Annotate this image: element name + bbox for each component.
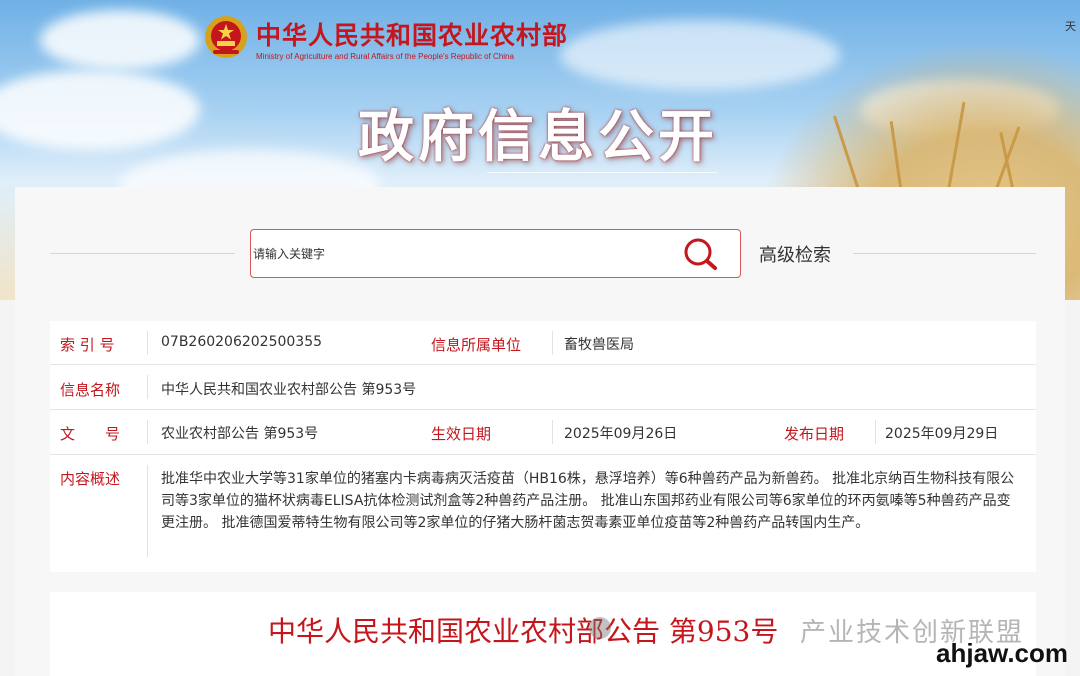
info-table: 索 引 号 07B260206202500355 信息所属单位 畜牧兽医局 信息… [50, 321, 1036, 572]
watermark-site: ahjaw.com [936, 638, 1068, 668]
name-value: 中华人民共和国农业农村部公告 第953号 [161, 382, 417, 398]
watermark-logo-icon [589, 617, 611, 639]
article-title: 中华人民共和国农业农村部公告 第953号 [268, 615, 779, 648]
cloud [0, 70, 200, 150]
doc-number-value: 农业农村部公告 第953号 [161, 426, 319, 442]
page-title: 政府信息公开 [358, 104, 718, 170]
summary-label: 内容概述 [60, 470, 121, 488]
dept-label: 信息所属单位 [431, 336, 522, 354]
national-emblem-icon [203, 14, 249, 60]
index-value: 07B260206202500355 [161, 334, 323, 350]
divider [853, 253, 1036, 254]
effective-date-label: 生效日期 [431, 425, 492, 443]
search-icon[interactable] [681, 238, 721, 276]
ministry-name-cn[interactable]: 中华人民共和国农业农村部 [256, 16, 568, 52]
divider [147, 331, 148, 355]
summary-text: 批准华中农业大学等31家单位的猪塞内卡病毒病灭活疫苗（HB16株，悬浮培养）等6… [161, 471, 1015, 531]
publish-date-value: 2025年09月29日 [885, 426, 999, 442]
divider [147, 420, 148, 444]
title-underline [487, 172, 717, 173]
search-box [250, 229, 741, 278]
divider [147, 465, 148, 557]
doc-number-label: 文 号 [60, 425, 121, 443]
table-row: 文 号 农业农村部公告 第953号 生效日期 2025年09月26日 发布日期 … [50, 410, 1036, 455]
dept-value: 畜牧兽医局 [564, 337, 634, 353]
table-row: 信息名称 中华人民共和国农业农村部公告 第953号 [50, 365, 1036, 410]
divider [875, 420, 876, 444]
ministry-name-en: Ministry of Agriculture and Rural Affair… [256, 52, 514, 61]
effective-date-value: 2025年09月26日 [564, 426, 678, 442]
name-label: 信息名称 [60, 381, 121, 399]
divider [50, 253, 235, 254]
top-right-link[interactable]: 天 [1065, 18, 1076, 34]
table-row: 索 引 号 07B260206202500355 信息所属单位 畜牧兽医局 [50, 321, 1036, 365]
divider [552, 331, 553, 355]
search-input[interactable] [251, 230, 671, 277]
index-label: 索 引 号 [60, 336, 115, 354]
cloud [40, 10, 200, 70]
divider [147, 375, 148, 399]
publish-date-label: 发布日期 [784, 425, 845, 443]
divider [552, 420, 553, 444]
search-button[interactable] [681, 236, 721, 272]
advanced-search-link[interactable]: 高级检索 [759, 241, 831, 267]
